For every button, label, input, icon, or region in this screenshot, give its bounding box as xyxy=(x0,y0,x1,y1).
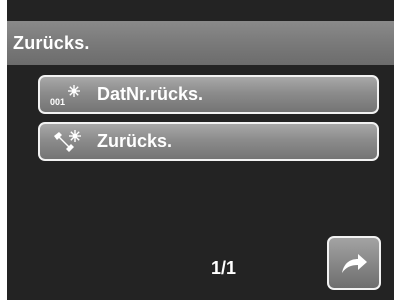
settings-screen: Zurücks. 001 DatNr.rücks. Zurücks. 1/1 xyxy=(7,0,394,300)
menu-item-label: DatNr.rücks. xyxy=(97,84,204,104)
return-button[interactable] xyxy=(327,236,381,290)
menu-item-reset[interactable]: Zurücks. xyxy=(38,122,379,161)
page-indicator: 1/1 xyxy=(211,258,237,278)
file-number-reset-icon: 001 xyxy=(50,81,86,109)
menu-item-label: Zurücks. xyxy=(97,131,173,151)
title-bar: Zurücks. xyxy=(7,21,394,65)
svg-text:001: 001 xyxy=(50,97,65,107)
wrench-reset-icon xyxy=(50,128,86,156)
menu-item-file-number-reset[interactable]: 001 DatNr.rücks. xyxy=(38,75,379,114)
page-title: Zurücks. xyxy=(13,32,90,53)
